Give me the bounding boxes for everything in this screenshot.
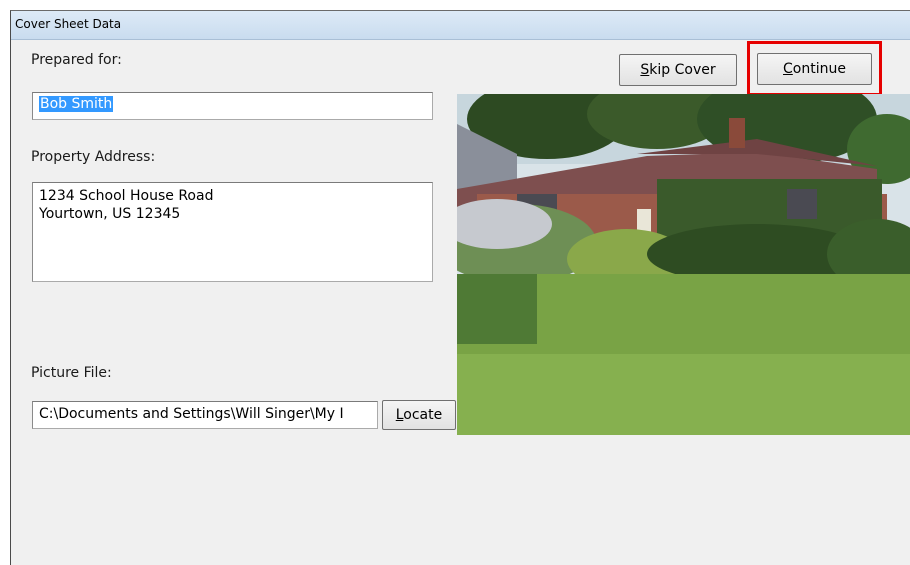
title-bar: Cover Sheet Data (11, 11, 910, 40)
locate-button[interactable]: Locate (382, 400, 456, 430)
continue-button[interactable]: Continue (757, 53, 872, 85)
property-address-field[interactable]: 1234 School House Road Yourtown, US 1234… (32, 182, 433, 282)
window-title: Cover Sheet Data (15, 17, 122, 31)
prepared-for-field[interactable]: Bob Smith (32, 92, 433, 120)
prepared-for-label: Prepared for: (31, 52, 122, 68)
cover-sheet-window: Cover Sheet Data Prepared for: Bob Smith… (10, 10, 910, 565)
house-photo-image (457, 94, 910, 435)
house-photo (457, 94, 910, 435)
prepared-for-value: Bob Smith (39, 96, 114, 112)
skip-cover-button[interactable]: Skip Cover (619, 54, 737, 86)
skip-cover-label: Skip Cover (640, 62, 716, 78)
address-line-1: 1234 School House Road (39, 188, 214, 204)
address-line-2: Yourtown, US 12345 (39, 206, 181, 222)
continue-label: Continue (783, 61, 846, 77)
locate-button-label: Locate (395, 407, 443, 423)
picture-file-value: C:\Documents and Settings\Will Singer\My… (39, 406, 344, 422)
picture-file-field[interactable]: C:\Documents and Settings\Will Singer\My… (32, 401, 378, 429)
picture-file-label: Picture File: (31, 365, 112, 381)
property-address-label: Property Address: (31, 149, 156, 165)
